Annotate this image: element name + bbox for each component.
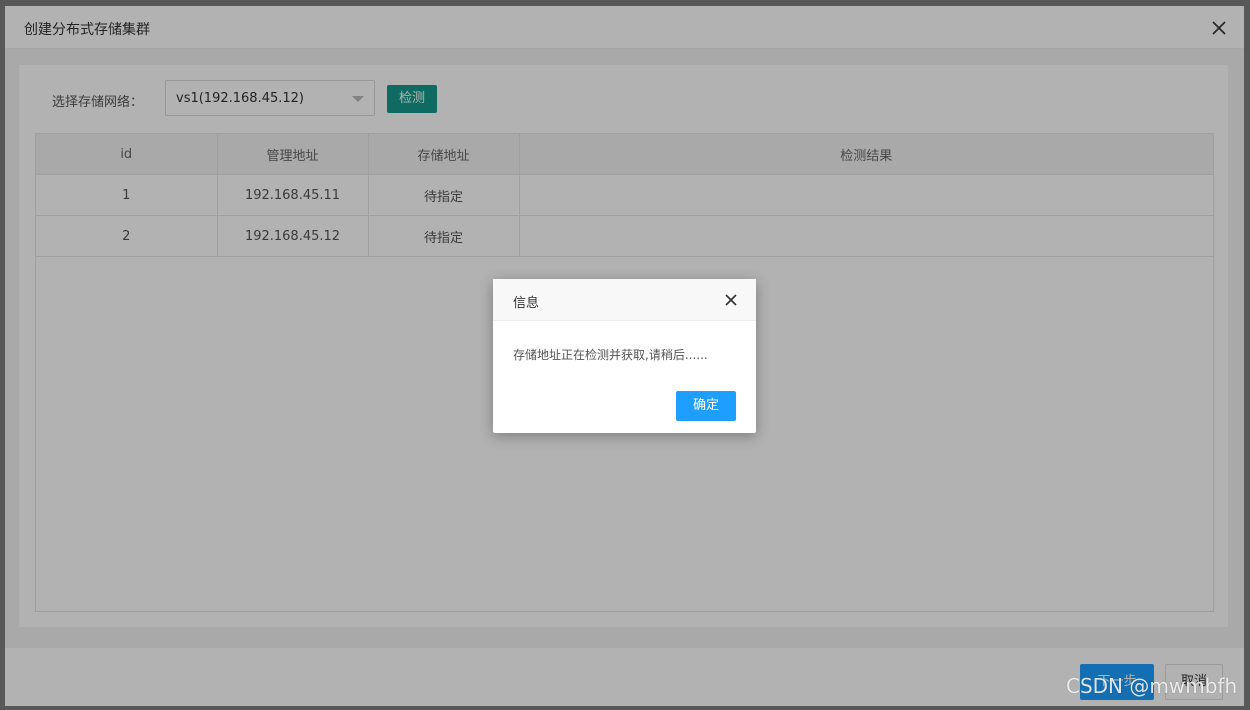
confirm-button[interactable]: 确定 [676,391,736,421]
info-message-box: 信息 存储地址正在检测并获取,请稍后...... 确定 [493,279,756,433]
message-title: 信息 [513,296,540,311]
close-icon[interactable] [723,292,739,308]
message-text: 存储地址正在检测并获取,请稍后...... [513,348,708,362]
watermark: CSDN @mwmbfh [1066,674,1238,698]
message-header: 信息 [493,279,756,321]
